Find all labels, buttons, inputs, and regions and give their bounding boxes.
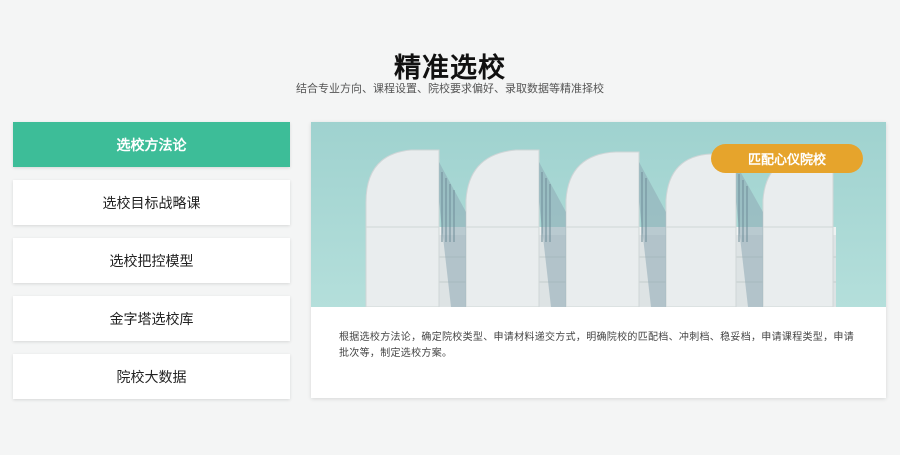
page-subtitle: 结合专业方向、课程设置、院校要求偏好、录取数据等精准择校 — [296, 83, 604, 95]
content-panel: 匹配心仪院校 根据选校方法论，确定院校类型、申请材料递交方式，明确院校的匹配档、… — [311, 122, 886, 398]
menu-item-strategy-course[interactable]: 选校目标战略课 — [13, 180, 290, 225]
menu-item-big-data[interactable]: 院校大数据 — [13, 354, 290, 399]
menu-item-method[interactable]: 选校方法论 — [13, 122, 290, 167]
menu-item-control-model[interactable]: 选校把控模型 — [13, 238, 290, 283]
menu-item-pyramid-library[interactable]: 金字塔选校库 — [13, 296, 290, 341]
match-school-button[interactable]: 匹配心仪院校 — [711, 144, 863, 173]
sidebar-menu: 选校方法论 选校目标战略课 选校把控模型 金字塔选校库 院校大数据 — [13, 122, 290, 412]
description-text: 根据选校方法论，确定院校类型、申请材料递交方式，明确院校的匹配档、冲刺档、稳妥档… — [339, 332, 854, 359]
